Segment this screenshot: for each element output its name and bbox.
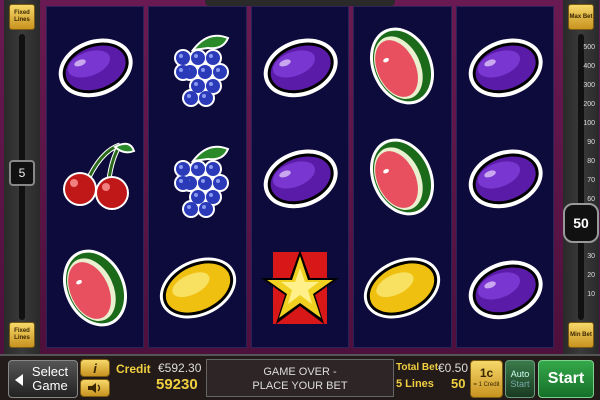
reel-5 — [455, 6, 555, 348]
coin-value-button[interactable]: 1c = 1 Credit — [470, 360, 503, 398]
auto-line2: Start — [510, 379, 530, 389]
plum-icon — [460, 16, 550, 116]
status-message: GAME OVER - PLACE YOUR BET — [206, 359, 394, 397]
fixed-lines-top-button[interactable]: Fixed Lines — [9, 4, 35, 30]
lines-bet-value: 50 — [451, 376, 466, 391]
message-line1: GAME OVER - — [263, 366, 337, 378]
sound-icon[interactable] — [80, 379, 110, 397]
watermelon-icon — [357, 127, 447, 227]
auto-line1: Auto — [510, 369, 530, 379]
start-button[interactable]: Start — [538, 360, 594, 398]
bet-scale-tick: 90 — [587, 139, 595, 146]
right-panel: Max Bet 50040030020010090807060504030201… — [563, 0, 599, 354]
bet-scale-tick: 30 — [587, 253, 595, 260]
plum-icon — [255, 127, 345, 227]
cherries-icon — [50, 127, 140, 227]
bet-scale-tick: 100 — [583, 120, 595, 127]
lemon-icon — [357, 238, 447, 338]
credit-amount: 59230 — [156, 376, 198, 393]
lines-label: 5 Lines — [396, 378, 434, 390]
reel-2 — [148, 6, 247, 348]
bet-scale-tick: 60 — [587, 196, 595, 203]
coin-sub: = 1 Credit — [473, 382, 500, 388]
min-bet-button[interactable]: Min Bet — [568, 322, 594, 348]
left-panel: Fixed Lines 5 Fixed Lines — [4, 0, 40, 354]
bet-scale-tick: 20 — [587, 272, 595, 279]
total-bet-value: €0.50 — [438, 361, 469, 375]
auto-start-button[interactable]: Auto Start — [505, 360, 535, 398]
plum-icon — [460, 238, 550, 338]
lines-indicator[interactable]: 5 — [9, 160, 35, 186]
select-label-line2: Game — [32, 378, 68, 393]
max-bet-button[interactable]: Max Bet — [568, 4, 594, 30]
bet-scale-tick: 80 — [587, 158, 595, 165]
control-bar: Select Game i Credit €592.30 59230 GAME O… — [0, 354, 600, 400]
plum-icon — [50, 16, 140, 116]
grapes-icon — [153, 16, 243, 116]
back-arrow-icon — [15, 374, 23, 386]
plum-icon — [255, 16, 345, 116]
reel-3 — [250, 6, 350, 348]
bet-scale-tick: 300 — [583, 82, 595, 89]
watermelon-icon — [50, 238, 140, 338]
bet-scale-tick: 10 — [587, 291, 595, 298]
fixed-lines-bottom-button[interactable]: Fixed Lines — [9, 322, 35, 348]
plum-icon — [460, 127, 550, 227]
lemon-icon — [153, 238, 243, 338]
bet-track — [578, 34, 584, 320]
reel-1 — [46, 6, 145, 348]
bet-slider-knob[interactable]: 50 — [563, 203, 599, 243]
star-icon — [255, 238, 345, 338]
bet-scale-tick: 500 — [583, 44, 595, 51]
select-label-line1: Select — [31, 364, 69, 379]
watermelon-icon — [357, 16, 447, 116]
bet-scale-tick: 200 — [583, 101, 595, 108]
bet-scale-tick: 400 — [583, 63, 595, 70]
message-line2: PLACE YOUR BET — [252, 380, 348, 392]
credit-euro: €592.30 — [158, 361, 202, 375]
credit-label: Credit — [116, 362, 151, 376]
reels-area — [46, 6, 555, 348]
info-icon[interactable]: i — [80, 359, 110, 377]
grapes-icon — [153, 127, 243, 227]
reel-4 — [353, 6, 452, 348]
total-bet-label: Total Bet — [396, 362, 439, 373]
coin-value: 1c — [479, 366, 494, 380]
select-game-button[interactable]: Select Game — [8, 360, 78, 398]
bet-scale-tick: 70 — [587, 177, 595, 184]
